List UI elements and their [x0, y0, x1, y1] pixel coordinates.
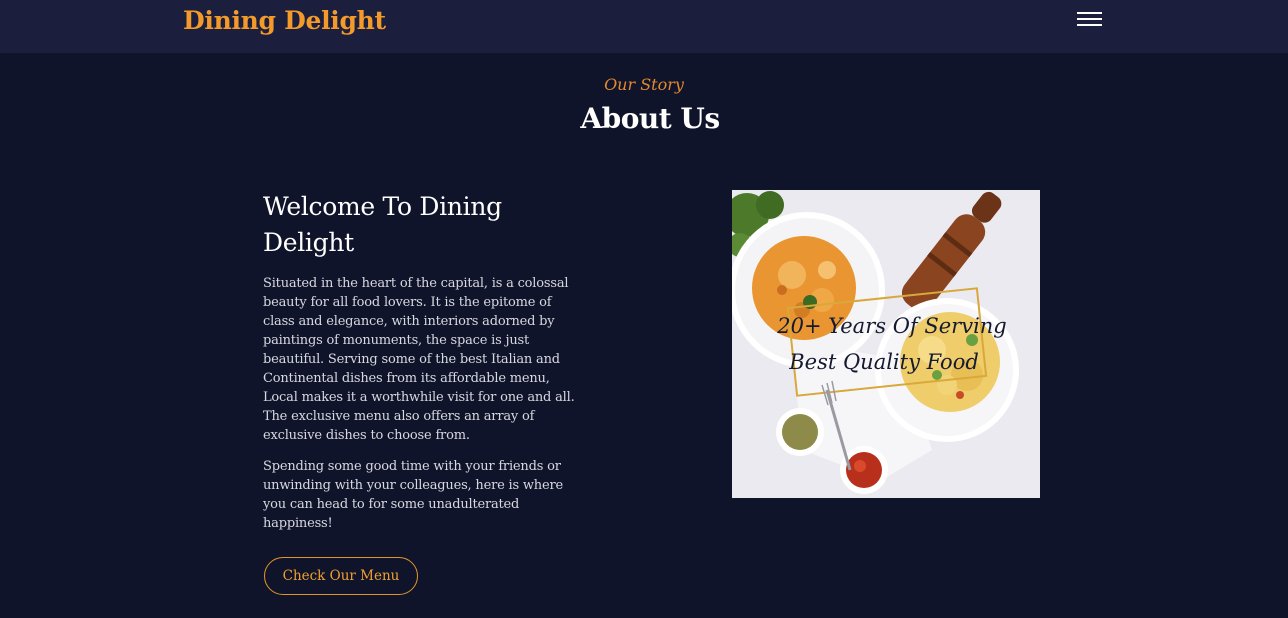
- hamburger-line: [1077, 24, 1102, 26]
- image-caption-line-2: Best Quality Food: [789, 350, 979, 374]
- hamburger-line: [1077, 12, 1102, 14]
- check-menu-button[interactable]: Check Our Menu: [264, 557, 418, 595]
- brand-logo-link[interactable]: Dining Delight: [183, 6, 386, 35]
- hamburger-line: [1077, 18, 1102, 20]
- navbar: Dining Delight: [0, 0, 1288, 53]
- welcome-heading: Welcome To Dining Delight: [263, 192, 502, 257]
- about-paragraph-2: Spending some good time with your friend…: [263, 459, 563, 531]
- hamburger-menu-icon[interactable]: [1077, 11, 1103, 29]
- section-title: About Us: [580, 102, 720, 135]
- section-subtitle: Our Story: [604, 75, 684, 94]
- image-caption-line-1: 20+ Years Of Serving: [777, 314, 1007, 338]
- about-paragraph-1: Situated in the heart of the capital, is…: [263, 276, 575, 443]
- food-image: 20+ Years Of Serving Best Quality Food: [732, 190, 1040, 498]
